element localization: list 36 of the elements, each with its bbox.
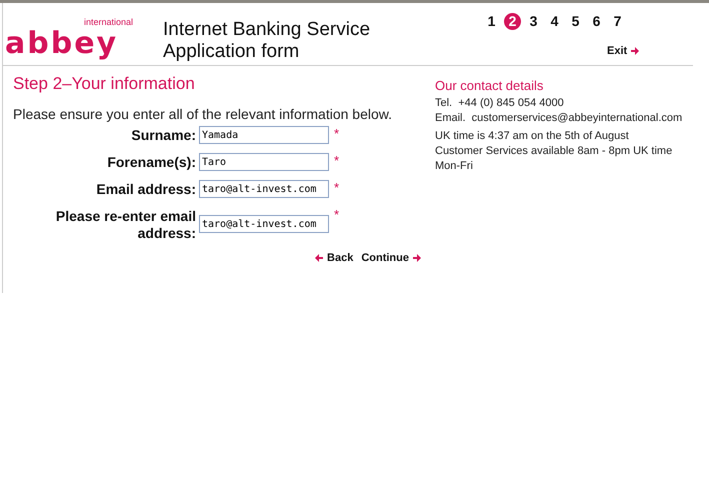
input-field[interactable]: taro@alt-invest.com [199, 215, 329, 233]
page-title: Application form [163, 41, 300, 63]
step-number: 6 [592, 13, 602, 30]
arrow-left-icon [315, 254, 324, 262]
field-label: Surname: [130, 126, 196, 144]
step-number: 3 [528, 13, 538, 30]
back-link[interactable]: Back [315, 252, 354, 264]
required-mark: * [334, 153, 340, 168]
field-label: Please re-enter email address: [54, 207, 196, 242]
contact-note: Mon-Fri [435, 159, 474, 174]
contact-note: Customer Services available 8am - 8pm UK time [435, 144, 674, 159]
exit-link[interactable]: Exit [607, 45, 640, 57]
abbey-logo: international abbey [5, 17, 133, 63]
arrow-right-icon [631, 47, 640, 55]
field-label: Forename(s): [106, 153, 196, 171]
contact-heading: Our contact details [435, 78, 544, 93]
continue-link[interactable]: Continue [361, 252, 421, 264]
arrow-right-icon [413, 254, 421, 262]
required-mark: * [334, 126, 340, 141]
step-number: 2 [504, 13, 521, 30]
contact-note: UK time is 4:37 am on the 5th of August [435, 129, 630, 144]
contact-line: Email. customerservices@abbeyinternational.com [435, 111, 682, 126]
required-mark: * [334, 207, 340, 222]
field-label: Email address: [95, 180, 196, 198]
page-title: Internet Banking Service [163, 19, 372, 41]
step-number: 1 [486, 13, 496, 30]
input-field[interactable]: taro@alt-invest.com [199, 180, 329, 198]
input-field[interactable]: Taro [199, 153, 329, 171]
contact-line: Tel. +44 (0) 845 054 4000 [435, 96, 565, 111]
step-number: 4 [550, 13, 560, 30]
intro-text: Please ensure you enter all of the relevant information below. [13, 106, 394, 122]
step-number: 7 [612, 13, 622, 30]
step-number: 5 [570, 13, 580, 30]
step-heading: Step 2–Your information [13, 74, 196, 94]
input-field[interactable]: Yamada [199, 126, 329, 144]
required-mark: * [334, 180, 340, 195]
